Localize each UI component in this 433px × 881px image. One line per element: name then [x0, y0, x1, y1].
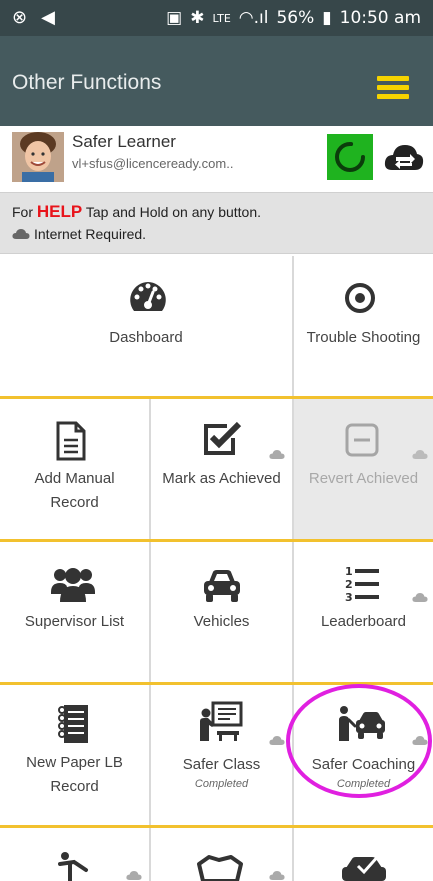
trouble-shooting-tile[interactable]: Trouble Shooting: [294, 256, 433, 398]
menu-icon-bar-middle: [377, 85, 409, 90]
page-title: Other Functions: [12, 71, 162, 94]
wifi-signal-icon: ◠.ıl: [238, 8, 269, 28]
leaderboard-tile[interactable]: 1 2 3 Leaderboard: [294, 542, 433, 684]
person-exercise-icon: [58, 852, 88, 881]
battery-icon: ▮: [322, 8, 332, 28]
cloud-icon: [269, 450, 285, 459]
profile-name: Safer Learner: [72, 132, 176, 151]
volte-icon: LTE: [212, 11, 231, 25]
sync-status-button[interactable]: [327, 134, 373, 180]
mark-as-achieved-tile[interactable]: Mark as Achieved: [151, 399, 294, 541]
help-instruction: For HELP Tap and Hold on any button.: [12, 202, 262, 221]
driving-instructor-icon: [339, 706, 385, 741]
safer-coaching-status: Completed: [336, 778, 391, 790]
vehicles-label: Vehicles: [193, 613, 250, 630]
add-manual-record-tile[interactable]: Add Manual Record: [0, 399, 151, 541]
mark-as-achieved-label: Mark as Achieved: [162, 470, 281, 487]
new-paper-lb-record-label: New Paper LB Record: [26, 754, 123, 795]
partial-tile-3[interactable]: [294, 828, 433, 881]
new-paper-lb-record-tile[interactable]: New Paper LB Record: [0, 685, 151, 827]
supervisor-list-tile[interactable]: Supervisor List: [0, 542, 151, 684]
help-banner: For HELP Tap and Hold on any button. Int…: [0, 192, 433, 254]
car-check-icon: [342, 853, 386, 881]
cloud-icon: [269, 736, 285, 745]
safer-class-status: Completed: [194, 778, 249, 790]
dashboard-tile[interactable]: Dashboard: [0, 256, 294, 398]
users-icon: [51, 568, 95, 602]
safer-class-tile[interactable]: Safer Class Completed: [151, 685, 294, 827]
nfc-icon: ▣: [166, 8, 183, 28]
car-icon: [204, 570, 240, 602]
cloud-icon: [269, 871, 285, 880]
safer-coaching-tile[interactable]: Safer Coaching Completed: [294, 685, 433, 827]
sync-spinner-icon: [335, 142, 365, 172]
ordered-list-icon: 1 2 3: [345, 565, 379, 604]
cloud-icon: [12, 229, 30, 239]
battery-level: 56%: [276, 8, 315, 28]
document-icon: [56, 421, 86, 461]
partial-tile-1[interactable]: [0, 828, 151, 881]
menu-icon-bar-top: [377, 76, 409, 81]
safer-coaching-label: Safer Coaching: [311, 756, 416, 773]
svg-text:1: 1: [345, 565, 353, 578]
checkbox-checked-icon: [204, 421, 242, 455]
status-bar: ⊗ ◀ ▣ ✱ LTE ◠.ıl 56% ▮ 10:50 am: [0, 0, 433, 36]
cloud-sync-button[interactable]: [384, 140, 424, 174]
bluetooth-icon: ✱: [190, 8, 205, 28]
leaderboard-label: Leaderboard: [320, 613, 407, 630]
internet-required-note: Internet Required.: [12, 226, 146, 242]
notebook-icon: [58, 705, 88, 743]
app-bar: Other Functions: [0, 36, 433, 126]
add-manual-record-label: Add Manual Record: [34, 470, 115, 511]
navigation-icon: ◀: [41, 7, 55, 28]
trouble-shooting-label: Trouble Shooting: [306, 329, 421, 346]
target-icon: [345, 283, 375, 313]
cloud-icon: [412, 450, 428, 459]
cloud-icon: [412, 736, 428, 745]
cloud-icon: [412, 593, 428, 602]
avatar[interactable]: [12, 132, 64, 182]
menu-icon-bar-bottom: [377, 94, 409, 99]
dashboard-icon: [130, 282, 166, 311]
handshake-icon: [197, 855, 243, 881]
dashboard-label: Dashboard: [109, 329, 183, 346]
partial-tile-2[interactable]: [151, 828, 294, 881]
vehicles-tile[interactable]: Vehicles: [151, 542, 294, 684]
help-word: HELP: [36, 202, 83, 221]
clock: 10:50 am: [339, 8, 421, 28]
checkbox-minus-icon: [345, 423, 379, 457]
safer-class-label: Safer Class: [182, 756, 261, 773]
supervisor-list-label: Supervisor List: [24, 613, 125, 630]
profile-header: Safer Learner vl+sfus@licenceready.com..: [0, 126, 433, 188]
menu-button[interactable]: [377, 76, 409, 100]
cloud-icon: [126, 871, 142, 880]
profile-email: vl+sfus@licenceready.com..: [72, 156, 234, 171]
revert-achieved-tile[interactable]: Revert Achieved: [294, 399, 433, 541]
svg-text:2: 2: [345, 578, 353, 591]
cloud-sync-icon: [384, 145, 424, 170]
svg-text:3: 3: [345, 591, 353, 604]
accessibility-icon: ⊗: [12, 7, 28, 28]
teacher-board-icon: [200, 701, 243, 741]
revert-achieved-label: Revert Achieved: [308, 470, 419, 487]
